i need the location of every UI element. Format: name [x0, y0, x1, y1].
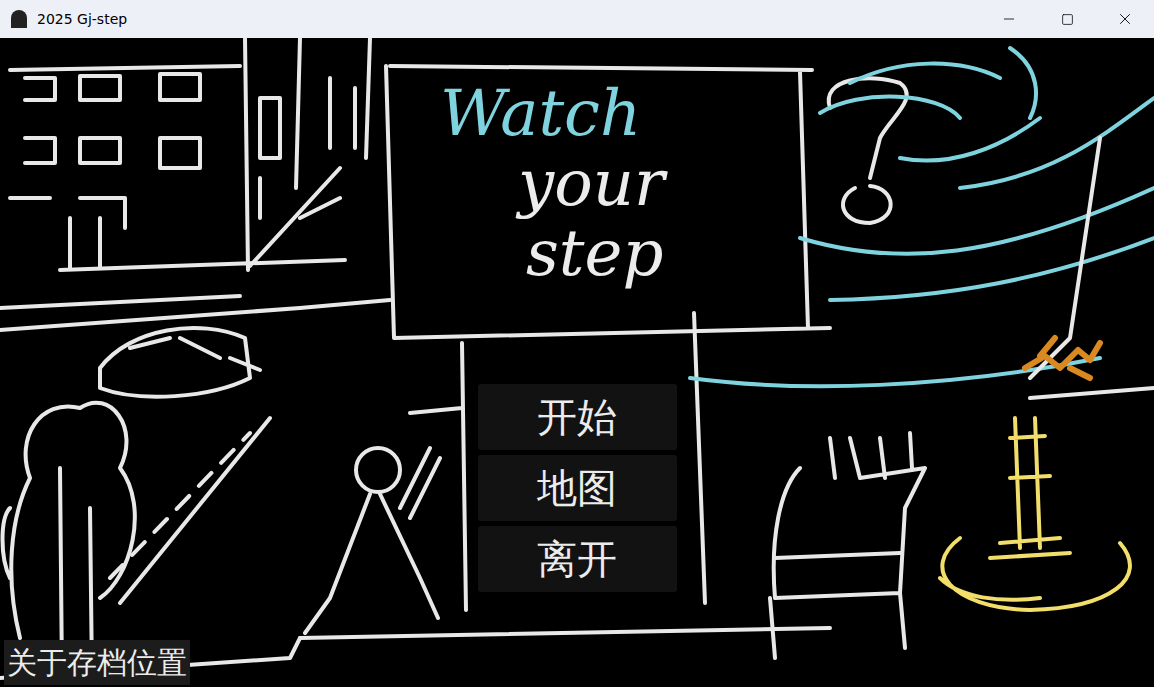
app-window: 2025 Gj-step Watchyourstep 开始地图离开关于存档位置: [0, 0, 1154, 687]
minimize-button[interactable]: [980, 0, 1038, 38]
close-icon: [1116, 10, 1134, 28]
menu-button[interactable]: 开始: [478, 384, 677, 450]
minimize-icon: [1001, 11, 1017, 27]
game-title: Watchyourstep: [440, 78, 665, 288]
title-line: step: [526, 218, 665, 288]
close-button[interactable]: [1096, 0, 1154, 38]
save-location-button[interactable]: 关于存档位置: [4, 640, 190, 685]
maximize-button[interactable]: [1038, 0, 1096, 38]
title-line: Watch: [440, 78, 665, 148]
app-icon: [11, 10, 27, 28]
maximize-icon: [1061, 13, 1074, 26]
title-line: your: [518, 148, 665, 218]
main-menu: 开始地图离开: [478, 384, 677, 592]
menu-button[interactable]: 地图: [478, 455, 677, 521]
title-bar: 2025 Gj-step: [0, 0, 1154, 38]
game-canvas: Watchyourstep 开始地图离开关于存档位置: [0, 38, 1154, 687]
menu-button[interactable]: 离开: [478, 526, 677, 592]
window-title: 2025 Gj-step: [37, 9, 127, 30]
